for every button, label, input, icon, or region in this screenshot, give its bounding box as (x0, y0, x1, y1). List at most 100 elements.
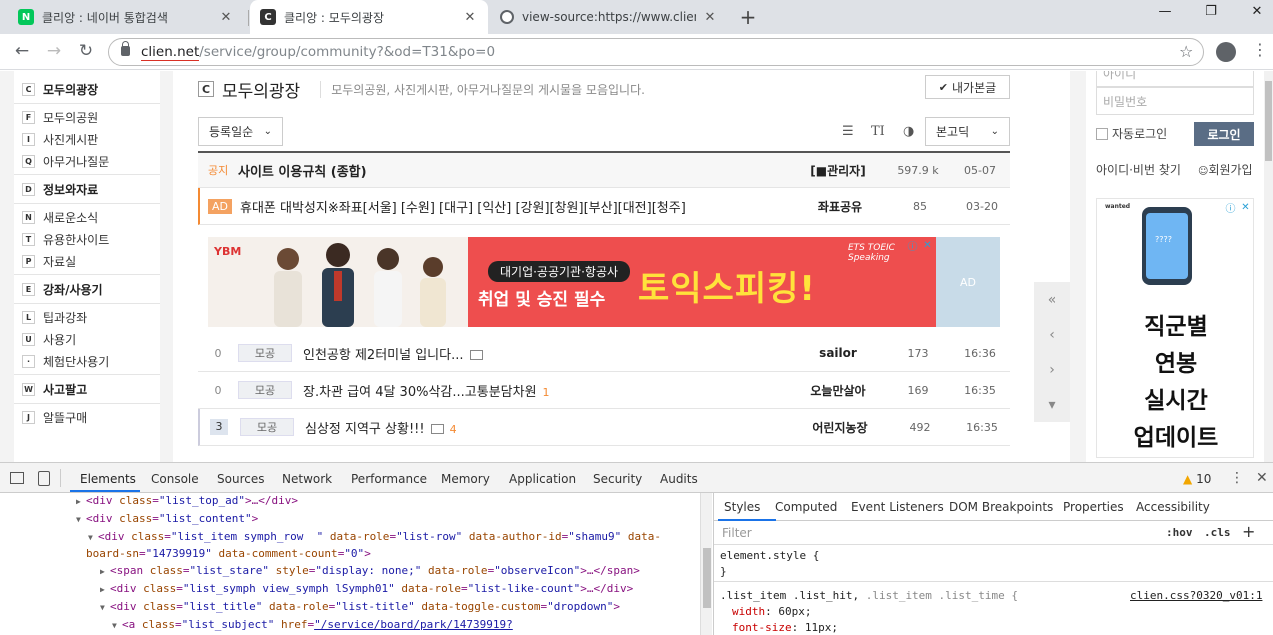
post-title[interactable]: 사이트 이용규칙 (종합) (238, 161, 367, 180)
rule-selector[interactable]: .list_item .list_hit, .list_item .list_t… (720, 589, 1018, 602)
filter-input[interactable]: Filter (722, 526, 752, 540)
font-select[interactable]: 본고딕 ⌄ (925, 117, 1010, 146)
nav-group-info[interactable]: D 정보와자료 (14, 177, 160, 201)
device-toolbar-icon[interactable] (38, 471, 50, 486)
my-posts-button[interactable]: ✔ 내가본글 (925, 75, 1010, 99)
tab-dom-breakpoints[interactable]: DOM Breakpoints (949, 500, 1053, 514)
maximize-button[interactable]: ❐ (1196, 4, 1226, 19)
signup-link[interactable]: ☺회원가입 (1198, 161, 1253, 178)
nav-item-news[interactable]: N 새로운소식 (14, 206, 160, 228)
dom-node[interactable]: ▼ <a class="list_subject" href="/service/… (0, 617, 712, 635)
login-button[interactable]: 로그인 (1194, 122, 1254, 146)
url-text[interactable]: clien.net/service/group/community?&od=T3… (141, 44, 495, 61)
style-property[interactable]: font-size: 11px; (732, 621, 838, 634)
right-ad[interactable]: wanted ⓘ ✕ ???? 직군별 연봉 실시간 업데이트 (1096, 198, 1254, 458)
table-row[interactable]: 0 모공 인천공항 제2터미널 입니다... sailor 173 16:36 (198, 335, 1010, 372)
address-bar[interactable]: clien.net/service/group/community?&od=T3… (108, 38, 1204, 66)
scrollbar-thumb[interactable] (703, 548, 711, 608)
post-author[interactable]: 오늘만살아 (798, 382, 878, 399)
adchoices-info-icon[interactable]: ⓘ (906, 239, 919, 253)
tab-elements[interactable]: Elements (80, 472, 136, 486)
elements-tree[interactable]: ▶ <div class="list_top_ad">…</div> ▼ <div … (0, 493, 712, 635)
adchoices-close-icon[interactable]: ✕ (1239, 201, 1252, 214)
close-tab-icon[interactable]: ✕ (218, 10, 234, 25)
dom-node[interactable]: ▼ <div class="list_content"> (0, 511, 712, 529)
class-toggle-button[interactable]: .cls (1204, 526, 1231, 539)
tab-application[interactable]: Application (509, 472, 576, 486)
contrast-icon[interactable]: ◑ (903, 124, 914, 139)
scrollbar-thumb[interactable] (1265, 81, 1272, 161)
nav-item-files[interactable]: P 자료실 (14, 250, 160, 272)
table-row[interactable]: 0 모공 장.차관 급여 4달 30%삭감...고통분담차원 1 오늘만살아 16… (198, 372, 1010, 409)
close-tab-icon[interactable]: ✕ (702, 10, 718, 25)
nav-item-experience[interactable]: · 체험단사용기 (14, 350, 160, 372)
expand-arrow-icon[interactable]: ▶ (100, 564, 110, 581)
dom-node[interactable]: ▶ <span class="list_stare" style="display… (0, 563, 712, 581)
close-window-button[interactable]: ✕ (1242, 4, 1272, 19)
nav-group-lectures[interactable]: E 강좌/사용기 (14, 277, 160, 301)
nav-item-qna[interactable]: Q 아무거나질문 (14, 150, 160, 172)
post-category[interactable]: 모공 (238, 344, 292, 362)
dom-node[interactable]: ▶ <div class="list_top_ad">…</div> (0, 493, 712, 511)
hover-state-button[interactable]: :hov (1166, 526, 1193, 539)
browser-tab-naver[interactable]: N 클리앙 : 네이버 통합검색 ✕ (8, 0, 244, 34)
minimize-button[interactable]: — (1150, 4, 1180, 19)
first-page-icon[interactable]: « (1034, 282, 1070, 317)
expand-arrow-icon[interactable]: ▶ (100, 582, 110, 599)
post-title[interactable]: 심상정 지역구 상황!!! 4 (305, 418, 457, 437)
nav-item-sites[interactable]: T 유용한사이트 (14, 228, 160, 250)
tab-styles[interactable]: Styles (724, 500, 760, 514)
page-scrollbar[interactable] (1264, 71, 1273, 462)
post-title[interactable]: 휴대폰 대박성지※좌표[서울] [수원] [대구] [익산] [강원][창원][… (240, 197, 686, 216)
browser-tab-clien[interactable]: C 클리앙 : 모두의광장 ✕ (250, 0, 488, 34)
tab-network[interactable]: Network (282, 472, 332, 486)
auto-login-checkbox[interactable]: 자동로그인 (1096, 125, 1167, 142)
back-arrow-icon[interactable]: ← (12, 41, 32, 61)
reload-icon[interactable]: ↻ (76, 41, 96, 61)
collapse-arrow-icon[interactable]: ▼ (100, 600, 110, 617)
browser-tab-view-source[interactable]: view-source:https://www.clien.ne ✕ (490, 0, 728, 34)
post-title[interactable]: 인천공항 제2터미널 입니다... (303, 344, 483, 363)
tab-properties[interactable]: Properties (1063, 500, 1124, 514)
nav-item-photo[interactable]: I 사진게시판 (14, 128, 160, 150)
list-icon[interactable]: ☰ (842, 124, 854, 139)
collapse-arrow-icon[interactable]: ▼ (88, 530, 98, 547)
dom-node[interactable]: ▼ <div class="list_item symph_row " data-… (0, 529, 712, 547)
notice-row[interactable]: 공지 사이트 이용규칙 (종합) [■관리자] 597.9 k 05-07 (198, 151, 1010, 188)
nav-item-park[interactable]: F 모두의공원 (14, 106, 160, 128)
adchoices-close-icon[interactable]: ✕ (921, 239, 934, 252)
forward-arrow-icon[interactable]: → (44, 41, 64, 61)
inspect-element-icon[interactable] (10, 472, 24, 484)
warning-count[interactable]: ▲ 10 (1183, 472, 1211, 486)
collapse-arrow-icon[interactable]: ▼ (76, 512, 86, 529)
tab-sources[interactable]: Sources (217, 472, 264, 486)
tab-performance[interactable]: Performance (351, 472, 427, 486)
id-input[interactable]: 아이디 (1096, 71, 1254, 87)
nav-group-market[interactable]: W 사고팔고 (14, 377, 160, 401)
dom-node[interactable]: ▼ <div class="list_title" data-role="list… (0, 599, 712, 617)
tab-event-listeners[interactable]: Event Listeners (851, 500, 944, 514)
bookmark-star-icon[interactable]: ☆ (1179, 42, 1193, 61)
nav-group-community[interactable]: C 모두의광장 (14, 77, 160, 101)
password-input[interactable]: 비밀번호 (1096, 87, 1254, 115)
tab-security[interactable]: Security (593, 472, 642, 486)
post-author[interactable]: [■관리자] (798, 162, 878, 179)
post-category[interactable]: 모공 (238, 381, 292, 399)
profile-avatar-icon[interactable] (1216, 42, 1236, 62)
dom-node[interactable]: ▶ <div class="list_symph view_symph lSymp… (0, 581, 712, 599)
element-style-rule[interactable]: element.style { (720, 549, 819, 562)
tab-memory[interactable]: Memory (441, 472, 490, 486)
find-account-link[interactable]: 아이디·비번 찾기 (1096, 161, 1181, 178)
devtools-close-icon[interactable]: ✕ (1256, 470, 1268, 486)
close-tab-icon[interactable]: ✕ (462, 10, 478, 25)
devtools-menu-icon[interactable]: ⋮ (1230, 470, 1244, 486)
text-size-icon[interactable]: TI (871, 124, 885, 139)
ad-banner[interactable]: YBM 대기업·공공기관·항공사 취업 및 승진 필수 토익스피킹! ETS T… (208, 237, 1008, 327)
style-property[interactable]: width: 60px; (732, 605, 812, 618)
next-page-icon[interactable]: › (1034, 352, 1070, 387)
tab-accessibility[interactable]: Accessibility (1136, 500, 1210, 514)
post-category[interactable]: 모공 (240, 418, 294, 436)
post-author[interactable]: 어린지농장 (800, 419, 880, 436)
post-author[interactable]: sailor (798, 346, 878, 360)
styles-filter[interactable]: Filter :hov .cls + (714, 521, 1273, 545)
